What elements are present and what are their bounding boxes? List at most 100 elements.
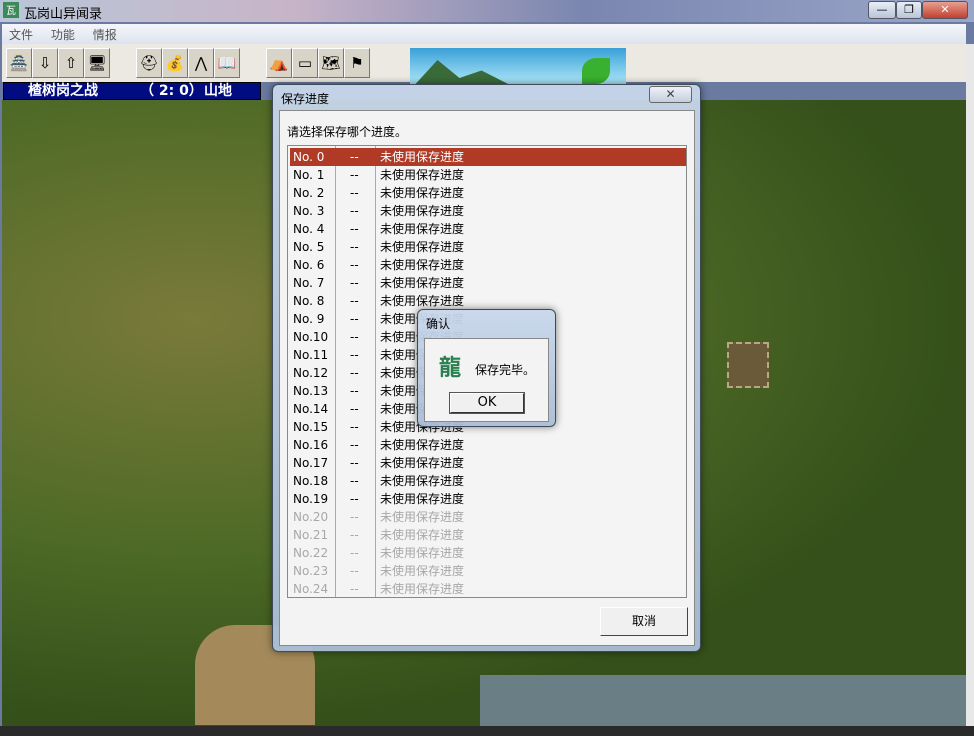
signboard-button[interactable]: ▭ (292, 48, 318, 78)
save-slot-row[interactable]: No. 0 -- 未使用保存进度 (290, 148, 686, 166)
tent-icon: ⛺ (269, 54, 289, 72)
save-button[interactable]: ⇧ (58, 48, 84, 78)
save-slot-row[interactable]: No.19 -- 未使用保存进度 (290, 490, 686, 508)
slot-description: 未使用保存进度 (380, 276, 465, 290)
save-slot-row[interactable]: No. 4 -- 未使用保存进度 (290, 220, 686, 238)
slot-number: No.17 (293, 456, 329, 470)
slot-number: No.21 (293, 528, 329, 542)
save-slot-row[interactable]: No.22 -- 未使用保存进度 (290, 544, 686, 562)
slot-number: No.19 (293, 492, 329, 506)
slot-date: -- (350, 384, 359, 398)
slot-description: 未使用保存进度 (380, 240, 465, 254)
dragon-logo-icon: 龍 (439, 356, 462, 381)
slot-description: 未使用保存进度 (380, 546, 465, 560)
slot-number: No.24 (293, 582, 329, 596)
slot-date: -- (350, 528, 359, 542)
save-slot-row[interactable]: No.16 -- 未使用保存进度 (290, 436, 686, 454)
slot-date: -- (350, 348, 359, 362)
helmet-button[interactable]: ⛑ (136, 48, 162, 78)
title-bar: 瓦 瓦岗山异闻录 — ❐ ✕ (0, 0, 974, 22)
slot-description: 未使用保存进度 (380, 204, 465, 218)
slot-date: -- (350, 456, 359, 470)
save-slot-row[interactable]: No. 2 -- 未使用保存进度 (290, 184, 686, 202)
map-button[interactable]: 🗺 (318, 48, 344, 78)
slot-date: -- (350, 294, 359, 308)
flag-button[interactable]: ⚑ (344, 48, 370, 78)
save-slot-row[interactable]: No.21 -- 未使用保存进度 (290, 526, 686, 544)
slot-number: No. 1 (293, 168, 325, 182)
flag-icon: ⚑ (350, 54, 364, 72)
dialog-close-button[interactable]: ✕ (649, 86, 692, 103)
save-slot-row[interactable]: No. 6 -- 未使用保存进度 (290, 256, 686, 274)
menu-file[interactable]: 文件 (2, 24, 40, 45)
slot-number: No. 5 (293, 240, 325, 254)
slot-number: No.15 (293, 420, 329, 434)
slot-date: -- (350, 402, 359, 416)
slot-date: -- (350, 582, 359, 596)
menu-function[interactable]: 功能 (44, 24, 82, 45)
slot-number: No. 0 (293, 150, 325, 164)
slot-description: 未使用保存进度 (380, 222, 465, 236)
tent-button[interactable]: ⛺ (266, 48, 292, 78)
slot-date: -- (350, 168, 359, 182)
book-button[interactable]: 📖 (214, 48, 240, 78)
slot-number: No. 8 (293, 294, 325, 308)
slot-date: -- (350, 312, 359, 326)
save-icon: ⇧ (64, 54, 78, 72)
turn-counter: （ 2: 0） (140, 83, 203, 99)
slot-date: -- (350, 438, 359, 452)
soldier-unit[interactable] (727, 342, 769, 388)
save-slot-row[interactable]: No. 3 -- 未使用保存进度 (290, 202, 686, 220)
confirm-dialog: 确认 龍 保存完毕。 OK (417, 309, 556, 427)
slot-date: -- (350, 330, 359, 344)
slot-description: 未使用保存进度 (380, 258, 465, 272)
save-slot-row[interactable]: No.18 -- 未使用保存进度 (290, 472, 686, 490)
slot-number: No.18 (293, 474, 329, 488)
restore-button[interactable]: ❐ (896, 1, 922, 19)
slot-description: 未使用保存进度 (380, 150, 465, 164)
computer-button[interactable]: 🖥 (84, 48, 110, 78)
vertical-scrollbar[interactable] (966, 44, 974, 726)
save-slot-row[interactable]: No. 7 -- 未使用保存进度 (290, 274, 686, 292)
menu-info[interactable]: 情报 (86, 24, 124, 45)
confirm-message: 保存完毕。 (475, 363, 536, 377)
slot-date: -- (350, 222, 359, 236)
slot-number: No. 9 (293, 312, 325, 326)
save-slot-row[interactable]: No. 1 -- 未使用保存进度 (290, 166, 686, 184)
load-button[interactable]: ⇩ (32, 48, 58, 78)
money-bag-button[interactable]: 💰 (162, 48, 188, 78)
slot-number: No.20 (293, 510, 329, 524)
slot-number: No.11 (293, 348, 329, 362)
slot-description: 未使用保存进度 (380, 456, 465, 470)
save-slot-row[interactable]: No.24 -- 未使用保存进度 (290, 580, 686, 597)
slot-date: -- (350, 240, 359, 254)
slot-description: 未使用保存进度 (380, 186, 465, 200)
helmet-icon: ⛑ (139, 54, 159, 72)
slot-number: No. 4 (293, 222, 325, 236)
save-slot-row[interactable]: No. 5 -- 未使用保存进度 (290, 238, 686, 256)
save-slot-row[interactable]: No.17 -- 未使用保存进度 (290, 454, 686, 472)
save-slot-row[interactable]: No.20 -- 未使用保存进度 (290, 508, 686, 526)
ok-button[interactable]: OK (449, 392, 525, 414)
window-bottom-edge (0, 726, 974, 736)
slot-number: No.12 (293, 366, 329, 380)
cancel-button[interactable]: 取消 (600, 607, 688, 636)
slot-date: -- (350, 204, 359, 218)
weapons-button[interactable]: ⋀ (188, 48, 214, 78)
slot-description: 未使用保存进度 (380, 168, 465, 182)
slot-date: -- (350, 366, 359, 380)
slot-number: No.23 (293, 564, 329, 578)
money-bag-icon: 💰 (165, 54, 185, 72)
save-slot-row[interactable]: No.23 -- 未使用保存进度 (290, 562, 686, 580)
save-slot-row[interactable]: No. 8 -- 未使用保存进度 (290, 292, 686, 310)
signboard-icon: ▭ (297, 54, 313, 72)
close-window-button[interactable]: ✕ (922, 1, 968, 19)
slot-number: No. 3 (293, 204, 325, 218)
castle-button[interactable]: 🏯 (6, 48, 32, 78)
slot-date: -- (350, 186, 359, 200)
slot-number: No.10 (293, 330, 329, 344)
app-logo-icon: 瓦 (3, 2, 19, 18)
slot-description: 未使用保存进度 (380, 528, 465, 542)
minimize-button[interactable]: — (868, 1, 896, 19)
book-icon: 📖 (217, 54, 237, 72)
